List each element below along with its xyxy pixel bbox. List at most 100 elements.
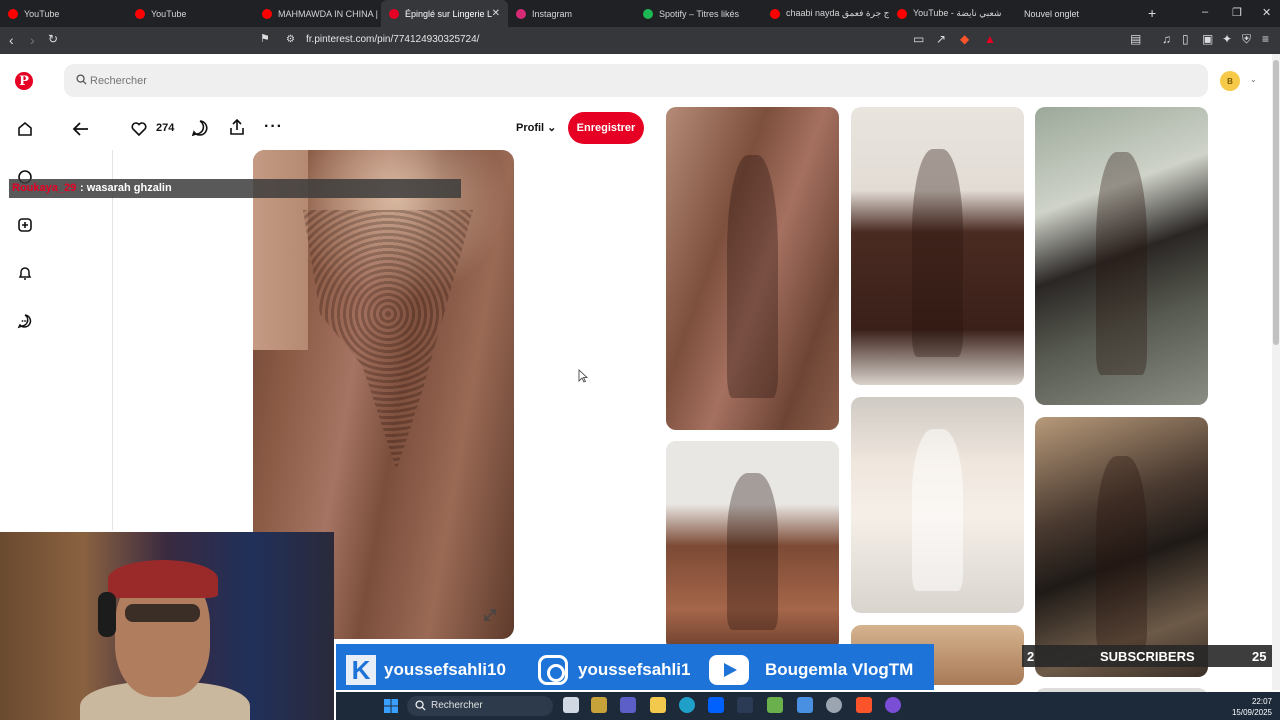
music-icon[interactable]: ♫ <box>1162 32 1171 46</box>
pin-figure <box>1095 456 1148 651</box>
tab-instagram[interactable]: Instagram <box>508 0 635 27</box>
subscriber-count-current: 2 <box>1027 649 1035 664</box>
related-pin[interactable] <box>1035 107 1208 405</box>
close-window-icon[interactable]: ✕ <box>1262 6 1271 19</box>
brave-shield-icon[interactable]: ◆ <box>960 32 969 46</box>
tab-youtube-1[interactable]: YouTube <box>0 0 127 27</box>
tab-pinterest[interactable]: Épinglé sur Lingerie L ✕ <box>381 0 508 27</box>
home-icon[interactable] <box>16 120 34 138</box>
streamer-headset <box>98 592 116 637</box>
maximize-icon[interactable]: ❐ <box>1232 6 1242 19</box>
app-b-icon[interactable] <box>737 697 753 713</box>
search-icon <box>76 74 87 85</box>
more-options-icon[interactable]: ··· <box>264 118 283 136</box>
reader-icon[interactable]: ▯ <box>1182 32 1189 46</box>
messages-icon[interactable] <box>16 312 34 330</box>
brave-icon[interactable] <box>856 697 872 713</box>
tab-new[interactable]: Nouvel onglet <box>1016 0 1146 27</box>
discord-icon[interactable] <box>885 697 901 713</box>
tab-label: chaabi nayda ج جرة فعمق <box>786 8 889 18</box>
taskbar-search-label: Rechercher <box>431 700 483 711</box>
related-pin[interactable] <box>851 107 1024 385</box>
chat-username: Roukaya_29 <box>12 182 77 194</box>
vpn-icon[interactable]: ⛨ <box>1242 32 1251 47</box>
related-pin[interactable] <box>666 441 839 651</box>
windows-start-icon[interactable] <box>383 698 399 714</box>
address-bar-row: ‹ › ↻ ⚑ ⚙ fr.pinterest.com/pin/774124930… <box>0 27 1280 54</box>
dropbox-icon[interactable] <box>708 697 724 713</box>
reload-icon[interactable]: ↻ <box>48 32 58 46</box>
ai-icon[interactable]: ✦ <box>1222 32 1232 46</box>
tab-youtube-2[interactable]: YouTube <box>127 0 254 27</box>
tab-label: Épinglé sur Lingerie L <box>405 8 493 19</box>
kick-handle: youssefsahli10 <box>384 660 506 679</box>
minimize-icon[interactable]: – <box>1202 6 1208 18</box>
instagram-handle: youssefsahli1 <box>578 660 691 679</box>
tab-youtube-chaabi[interactable]: YouTube - شعبي نايضة <box>889 0 1016 27</box>
stream-chat-bar <box>9 179 461 198</box>
avatar[interactable]: B <box>1220 71 1240 91</box>
tab-label: Instagram <box>532 8 573 19</box>
tab-label: Spotify – Titres likés <box>659 8 740 19</box>
tab-chaabi[interactable]: chaabi nayda ج جرة فعمق <box>762 0 889 27</box>
store-icon[interactable] <box>767 697 783 713</box>
instagram-logo-icon <box>538 655 568 685</box>
cast-icon[interactable]: ▭ <box>913 32 924 46</box>
share-page-icon[interactable]: ↗ <box>936 32 946 46</box>
search-input[interactable] <box>90 71 490 91</box>
brave-rewards-icon[interactable]: ▲ <box>984 32 996 46</box>
create-icon[interactable] <box>16 216 34 234</box>
app-icon[interactable] <box>591 697 607 713</box>
expand-icon[interactable] <box>482 607 498 623</box>
search-bar <box>64 64 1208 97</box>
profile-label: Profil <box>516 122 545 134</box>
webcam-overlay <box>0 532 334 720</box>
task-view-icon[interactable] <box>563 697 579 713</box>
youtube-favicon-icon <box>897 8 907 19</box>
pinterest-logo-icon[interactable]: P <box>15 72 33 90</box>
youtube-favicon-icon <box>8 8 18 19</box>
image-lace-detail <box>303 210 473 470</box>
youtube-favicon-icon <box>770 8 780 19</box>
settings-icon[interactable] <box>826 697 842 713</box>
file-explorer-icon[interactable] <box>650 697 666 713</box>
notifications-icon[interactable] <box>16 264 34 282</box>
spotify-favicon-icon <box>643 8 653 19</box>
menu-icon[interactable]: ≡ <box>1262 32 1269 46</box>
heart-icon[interactable] <box>130 120 148 138</box>
related-pin[interactable] <box>851 397 1024 613</box>
close-tab-icon[interactable]: ✕ <box>492 8 500 19</box>
browser-tab-strip: YouTube YouTube MAHMAWDA IN CHINA | Épin… <box>0 0 1280 27</box>
share-icon[interactable] <box>228 118 246 136</box>
system-clock[interactable]: 22:07 15/09/2025 <box>1226 696 1272 718</box>
clock-date: 15/09/2025 <box>1231 708 1272 717</box>
url-field[interactable]: fr.pinterest.com/pin/774124930325724/ <box>306 34 479 45</box>
chevron-down-icon[interactable]: ⌄ <box>1250 75 1257 84</box>
back-nav-icon[interactable]: ‹ <box>9 32 14 48</box>
save-button[interactable]: Enregistrer <box>568 112 644 144</box>
teams-icon[interactable] <box>620 697 636 713</box>
pinterest-favicon-icon <box>389 8 399 19</box>
related-pin[interactable] <box>1035 417 1208 677</box>
new-tab-icon[interactable]: + <box>1148 5 1156 21</box>
app-icon[interactable] <box>797 697 813 713</box>
divider <box>112 150 113 530</box>
sidebar-toggle-icon[interactable]: ▤ <box>1130 32 1141 46</box>
comment-icon[interactable] <box>191 119 209 137</box>
wallet-icon[interactable]: ▣ <box>1202 32 1213 46</box>
edge-icon[interactable] <box>679 697 695 713</box>
tab-label: Nouvel onglet <box>1024 8 1080 19</box>
related-pin[interactable] <box>666 107 839 430</box>
forward-nav-icon[interactable]: › <box>30 32 35 48</box>
tab-mahmawda[interactable]: MAHMAWDA IN CHINA | <box>254 0 381 27</box>
back-arrow-icon[interactable] <box>70 118 92 140</box>
scrollbar-thumb[interactable] <box>1273 60 1279 345</box>
pin-figure <box>726 472 779 630</box>
taskbar-search-icon <box>415 700 426 711</box>
site-info-icon[interactable]: ⚙ <box>286 34 295 45</box>
tab-spotify[interactable]: Spotify – Titres likés <box>635 0 762 27</box>
profile-dropdown[interactable]: Profil ⌄ <box>516 121 556 134</box>
subscriber-goal: 25 <box>1252 649 1267 664</box>
instagram-favicon-icon <box>516 8 526 19</box>
bookmark-icon[interactable]: ⚑ <box>260 32 270 45</box>
